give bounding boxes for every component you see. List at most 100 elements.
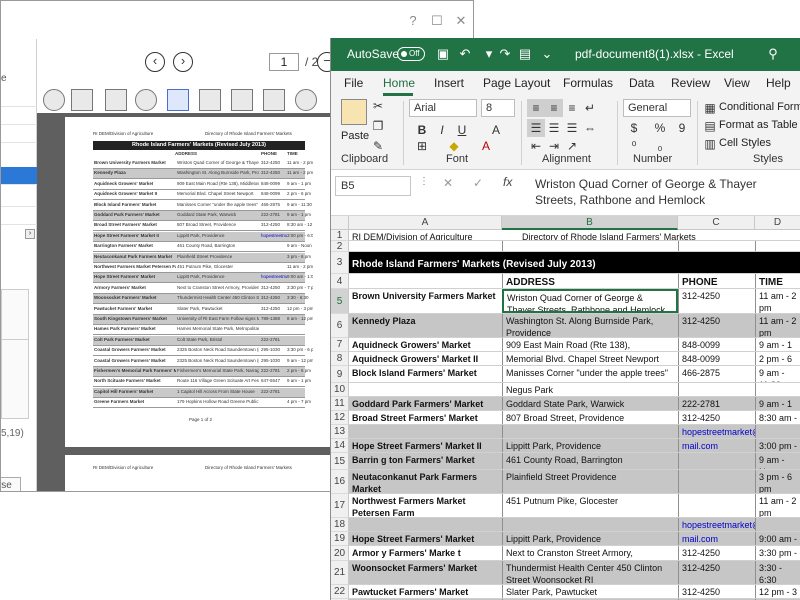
column-header-b[interactable]: B (502, 216, 678, 230)
column-header-a[interactable]: A (349, 216, 502, 230)
cell-b7[interactable]: 909 East Main Road (Rte 138), Middletown (502, 338, 678, 351)
cell-a8[interactable]: Aquidneck Growers' Market II (349, 352, 502, 365)
cell-d8[interactable]: 2 pm - 6 pm (755, 352, 800, 365)
conditional-formatting-button[interactable]: Conditional Formatting (719, 101, 800, 113)
cell-a3[interactable]: Rhode Island Farmers' Markets (Revised J… (349, 252, 800, 273)
cell-d5[interactable]: 11 am - 2 pm (755, 289, 800, 313)
tab-insert[interactable]: Insert (434, 76, 464, 90)
cell-b22[interactable]: Slater Park, Pawtucket (502, 585, 678, 598)
borders-icon[interactable]: ⊞ (413, 137, 431, 155)
scroll-right-icon[interactable]: › (25, 229, 35, 239)
font-size-select[interactable]: 8 (481, 99, 515, 117)
tab-formulas[interactable]: Formulas (563, 76, 613, 90)
row-header[interactable]: 2 (331, 241, 349, 252)
cell-c9[interactable]: 466-2875 (678, 366, 755, 382)
cell-a20[interactable]: Armor y Farmers' Marke t (349, 546, 502, 560)
cell-a4[interactable] (349, 274, 502, 288)
font-color-icon[interactable]: A (477, 137, 495, 155)
cell-b19[interactable]: Lippitt Park, Providence (502, 532, 678, 545)
cell-d13[interactable] (755, 425, 800, 438)
list-item[interactable] (1, 189, 37, 207)
cell-c22[interactable]: 312-4250 (678, 585, 755, 598)
cell-d22[interactable]: 12 pm - 3 pm (755, 585, 800, 598)
tab-review[interactable]: Review (671, 76, 710, 90)
row-header[interactable]: 6 (331, 314, 349, 338)
cell-a19[interactable]: Hope Street Farmers' Market (349, 532, 502, 545)
row-header[interactable]: 14 (331, 439, 349, 453)
browse-button[interactable]: wse (1, 477, 21, 491)
cell-b8[interactable]: Memorial Blvd. Chapel Street Newport (502, 352, 678, 365)
cell-a16[interactable]: Neutaconkanut Park Farmers Market (349, 470, 502, 493)
cell-c18[interactable]: hopestreetmarket@g (678, 518, 755, 531)
select-all-corner[interactable] (331, 216, 349, 230)
cell-c1[interactable] (678, 230, 755, 240)
cell-b11[interactable]: Goddard State Park, Warwick (502, 397, 678, 410)
grid-tool-icon[interactable] (71, 89, 93, 111)
cell-d7[interactable]: 9 am - 1 pm (755, 338, 800, 351)
cell-b13[interactable] (502, 425, 678, 438)
close-icon[interactable]: ✕ (453, 13, 469, 29)
select-tool-icon[interactable] (43, 89, 65, 111)
number-format-select[interactable]: General (623, 99, 691, 117)
paste-icon[interactable] (341, 99, 367, 125)
cell-c11[interactable]: 222-2781 (678, 397, 755, 410)
cell-b14[interactable]: Lippitt Park, Providence (502, 439, 678, 452)
cell-b6[interactable]: Washington St. Along Burnside Park, Prov… (502, 314, 678, 337)
cell-c21[interactable]: 312-4250 (678, 561, 755, 584)
cell-d17[interactable]: 11 am - 2 pm (755, 494, 800, 517)
cell-d15[interactable]: 9 am - Noon (755, 453, 800, 469)
remove-tool-icon[interactable] (135, 89, 157, 111)
row-header[interactable]: 22 (331, 585, 349, 599)
row-header[interactable]: 20 (331, 546, 349, 561)
tab-help[interactable]: Help (766, 76, 791, 90)
copy-icon[interactable]: ❐ (369, 117, 387, 135)
cell-c5[interactable]: 312-4250 (678, 289, 755, 313)
wrap-text-icon[interactable]: ↵ (581, 99, 599, 117)
cell-d6[interactable]: 11 am - 2 pm (755, 314, 800, 337)
formula-input[interactable]: Wriston Quad Corner of George & Thayer S… (535, 176, 795, 208)
area-tool-icon[interactable] (231, 89, 253, 111)
search-icon[interactable]: ⚲ (765, 46, 781, 62)
row-header[interactable]: 13 (331, 425, 349, 439)
split-tool-icon[interactable] (199, 89, 221, 111)
cell-a15[interactable]: Barrin g ton Farmers' Market (349, 453, 502, 469)
cancel-icon[interactable]: ✕ (443, 176, 453, 190)
list-item-selected[interactable] (1, 167, 37, 185)
cell-d18[interactable] (755, 518, 800, 531)
middle-align-icon[interactable]: ≡ (545, 99, 563, 117)
cell-a5[interactable]: Brown University Farmers Market (349, 289, 502, 313)
cell-c16[interactable] (678, 470, 755, 493)
form-icon[interactable]: ▤ (517, 46, 533, 62)
row-header[interactable]: 10 (331, 383, 349, 397)
enter-icon[interactable]: ✓ (473, 176, 483, 190)
row-header[interactable]: 12 (331, 411, 349, 425)
cell-d1[interactable] (755, 230, 800, 240)
row-header[interactable]: 3 (331, 252, 349, 274)
cell-d16[interactable]: 3 pm - 6 pm (755, 470, 800, 493)
cell-b21[interactable]: Thundermist Health Center 450 Clinton St… (502, 561, 678, 584)
redo-icon[interactable]: ↷ (497, 46, 513, 62)
list-item[interactable] (1, 207, 37, 225)
cell-a22[interactable]: Pawtucket Farmers' Market (349, 585, 502, 598)
cell-c6[interactable]: 312-4250 (678, 314, 755, 337)
cell-a11[interactable]: Goddard Park Farmers' Market (349, 397, 502, 410)
tab-data[interactable]: Data (629, 76, 654, 90)
font-name-select[interactable]: Arial (409, 99, 477, 117)
cell-c10[interactable] (678, 383, 755, 396)
cell-c15[interactable] (678, 453, 755, 469)
cell-b16[interactable]: Plainfield Street Providence (502, 470, 678, 493)
row-header[interactable]: 21 (331, 561, 349, 585)
align-center-icon[interactable]: ☰ (545, 119, 563, 137)
cell-b12[interactable]: 807 Broad Street, Providence (502, 411, 678, 424)
cell-b18[interactable] (502, 518, 678, 531)
cell-a18[interactable] (349, 518, 502, 531)
cell-c17[interactable] (678, 494, 755, 517)
row-header[interactable]: 19 (331, 532, 349, 546)
top-align-icon[interactable]: ≡ (527, 99, 545, 117)
format-table-icon[interactable]: ▤ (701, 117, 719, 135)
row-header[interactable]: 1 (331, 230, 349, 241)
cell-d10[interactable] (755, 383, 800, 396)
cell-c7[interactable]: 848-0099 (678, 338, 755, 351)
next-page-icon[interactable]: › (173, 52, 193, 72)
cell-c8[interactable]: 848-0099 (678, 352, 755, 365)
